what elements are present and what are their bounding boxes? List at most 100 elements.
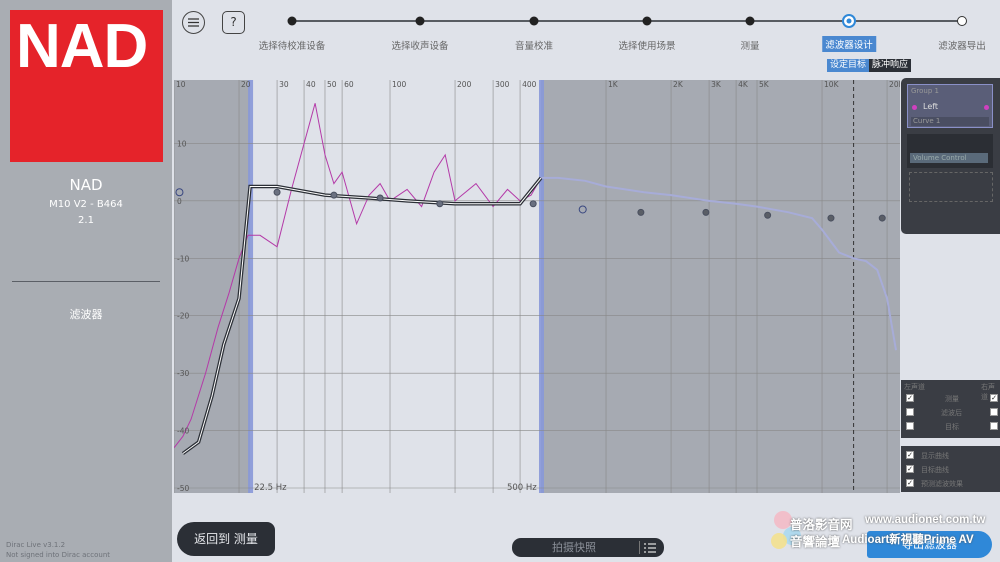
checkbox-target-curve[interactable]: ✓ [906, 465, 914, 473]
sidebar-section-filter[interactable]: 滤波器 [0, 306, 172, 322]
checkbox-target-right[interactable] [990, 422, 998, 430]
step-measure[interactable]: 测量 [740, 38, 759, 52]
y-tick-label: -20 [177, 312, 189, 321]
col-left-label: 左声道 [904, 383, 925, 391]
channel-left-label[interactable]: Left [923, 102, 938, 111]
x-tick-label: 300 [495, 80, 510, 89]
back-to-measure-button[interactable]: 返回到 测量 [177, 522, 275, 556]
snapshot-button[interactable]: 拍摄快照 [512, 538, 664, 557]
target-handle[interactable] [637, 208, 645, 216]
step-filter-design[interactable]: 滤波器设计 [822, 36, 876, 52]
watermark: 普洛影音网 音響論壇 www.audionet.com.tw Audioart新… [770, 508, 1000, 554]
x-tick-label: 20K [889, 80, 900, 89]
curve-options-panel: ✓ 显示曲线 ✓ 目标曲线 ✓ 预测滤波效果 [901, 446, 1000, 492]
input-box: Volume Control [907, 134, 993, 168]
target-curve-label: 目标曲线 [921, 466, 949, 474]
y-tick-label: -10 [177, 254, 189, 263]
checkbox-filtered-left[interactable] [906, 408, 914, 416]
checkbox-predicted[interactable]: ✓ [906, 479, 914, 487]
correction-band [250, 80, 541, 493]
x-tick-label: 400 [522, 80, 537, 89]
band-high-label: 500 Hz [507, 483, 537, 493]
step-volume-calibration[interactable]: 音量校准 [515, 38, 553, 52]
x-tick-label: 10 [176, 80, 186, 89]
y-tick-label: -40 [177, 427, 189, 436]
x-tick-label: 50 [327, 80, 337, 89]
input-field[interactable]: Volume Control [910, 153, 988, 163]
y-tick-label: 10 [177, 139, 187, 148]
x-tick-label: 100 [392, 80, 407, 89]
step-dot-2[interactable] [415, 16, 425, 26]
checkbox-measure-left[interactable]: ✓ [906, 394, 914, 402]
y-tick-label: 0 [177, 197, 182, 206]
tab-impulse-response[interactable]: 脉冲响应 [869, 59, 912, 72]
band-low-handle[interactable] [248, 80, 254, 493]
channel-dot-icon [984, 105, 989, 110]
channel-color-icon [912, 105, 917, 110]
row-target-label: 目标 [945, 423, 959, 431]
device-brand: NAD [69, 176, 103, 194]
step-dot-1[interactable] [287, 16, 297, 26]
tab-target[interactable]: 设定目标 [827, 59, 870, 72]
step-select-scenario[interactable]: 选择使用场景 [618, 38, 675, 52]
nad-logo: NAD [10, 10, 163, 162]
group-box[interactable]: Group 1 Left Curve 1 [907, 84, 993, 128]
checkbox-measure-right[interactable]: ✓ [990, 394, 998, 402]
sidebar-divider [12, 281, 160, 282]
step-progress-line [287, 14, 967, 28]
step-dot-3[interactable] [529, 16, 539, 26]
device-model: M10 V2 - B464 [49, 199, 123, 210]
step-dot-5[interactable] [745, 16, 755, 26]
target-handle[interactable] [330, 191, 338, 199]
x-tick-label: 10K [824, 80, 840, 89]
version-text: Dirac Live v3.1.2 [6, 541, 66, 549]
x-tick-label: 40 [306, 80, 316, 89]
checkbox-show-curves[interactable]: ✓ [906, 451, 914, 459]
step-select-device[interactable]: 选择待校准设备 [259, 38, 326, 52]
snapshot-label: 拍摄快照 [552, 541, 596, 554]
target-handle[interactable] [273, 188, 281, 196]
x-tick-label: 20 [241, 80, 251, 89]
watermark-url2: Audioart新視聽Prime AV [842, 534, 974, 546]
predicted-label: 预测滤波效果 [921, 480, 963, 488]
band-high-handle[interactable] [538, 80, 544, 493]
row-measure-label: 测量 [945, 395, 959, 403]
sidebar: NAD NAD M10 V2 - B464 2.1 滤波器 Dirac Live… [0, 0, 172, 562]
sign-status-text: Not signed into Dirac account [6, 551, 111, 559]
show-curves-label: 显示曲线 [921, 452, 949, 460]
target-handle[interactable] [376, 194, 384, 202]
x-tick-label: 1K [608, 80, 619, 89]
step-filter-export[interactable]: 滤波器导出 [938, 38, 986, 52]
display-options-panel: 左声道 右声道 ✓ ✓ 测量 滤波后 目标 [901, 380, 1000, 438]
curve-label[interactable]: Curve 1 [911, 117, 989, 126]
target-handle[interactable] [827, 214, 835, 222]
checkbox-filtered-right[interactable] [990, 408, 998, 416]
y-tick-label: -50 [177, 484, 189, 493]
device-channels: 2.1 [78, 215, 94, 226]
step-dot-7[interactable] [957, 16, 967, 26]
x-tick-label: 30 [279, 80, 289, 89]
x-tick-label: 60 [344, 80, 354, 89]
x-tick-label: 2K [673, 80, 684, 89]
checkbox-target-left[interactable] [906, 422, 914, 430]
target-handle[interactable] [436, 200, 444, 208]
group-label: Group 1 [911, 87, 939, 95]
step-select-mic[interactable]: 选择收声设备 [391, 38, 448, 52]
band-low-label: 22.5 Hz [254, 483, 287, 493]
target-handle[interactable] [878, 214, 886, 222]
row-filtered-label: 滤波后 [941, 409, 962, 417]
watermark-url1: www.audionet.com.tw [865, 514, 986, 526]
filter-panel: Group 1 Left Curve 1 Volume Control [901, 78, 1000, 234]
drop-zone[interactable] [909, 172, 993, 202]
y-tick-label: -30 [177, 369, 189, 378]
x-tick-label: 200 [457, 80, 472, 89]
target-handle[interactable] [529, 200, 537, 208]
x-tick-label: 5K [759, 80, 770, 89]
step-dot-4[interactable] [642, 16, 652, 26]
target-handle[interactable] [702, 208, 710, 216]
watermark-line2: 音響論壇 [790, 535, 841, 549]
target-handle[interactable] [764, 211, 772, 219]
list-icon[interactable] [644, 543, 656, 553]
x-tick-label: 4K [738, 80, 749, 89]
frequency-response-chart[interactable]: 1020304050601002003004001K2K3K4K5K10K20K… [174, 80, 900, 493]
